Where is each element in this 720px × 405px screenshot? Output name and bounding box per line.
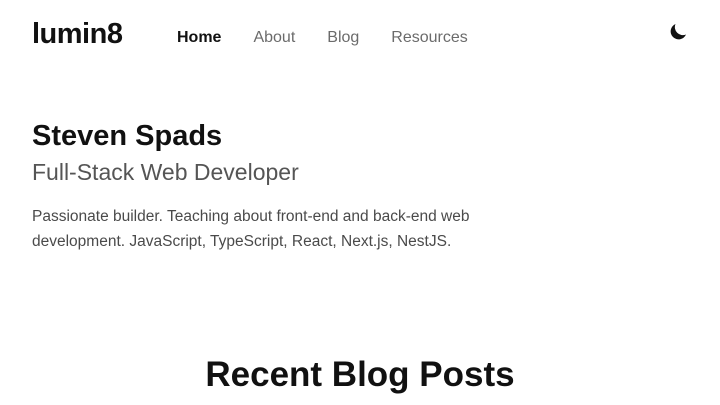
site-header: lumin8 Home About Blog Resources: [0, 0, 720, 70]
page: lumin8 Home About Blog Resources Steven …: [0, 0, 720, 405]
nav-item-about[interactable]: About: [253, 27, 295, 49]
nav-item-resources[interactable]: Resources: [391, 27, 467, 49]
nav-item-blog[interactable]: Blog: [327, 27, 359, 49]
hero-section: Steven Spads Full-Stack Web Developer Pa…: [32, 118, 552, 254]
moon-icon: [670, 24, 686, 40]
main-nav: Home About Blog Resources: [177, 27, 500, 49]
recent-posts-title: Recent Blog Posts: [205, 355, 515, 394]
hero-role: Full-Stack Web Developer: [32, 159, 299, 185]
nav-item-home[interactable]: Home: [177, 27, 221, 49]
hero-name: Steven Spads: [32, 120, 223, 152]
hero-bio: Passionate builder. Teaching about front…: [32, 208, 470, 250]
site-logo[interactable]: lumin8: [32, 14, 123, 54]
theme-toggle-button[interactable]: [666, 20, 690, 44]
